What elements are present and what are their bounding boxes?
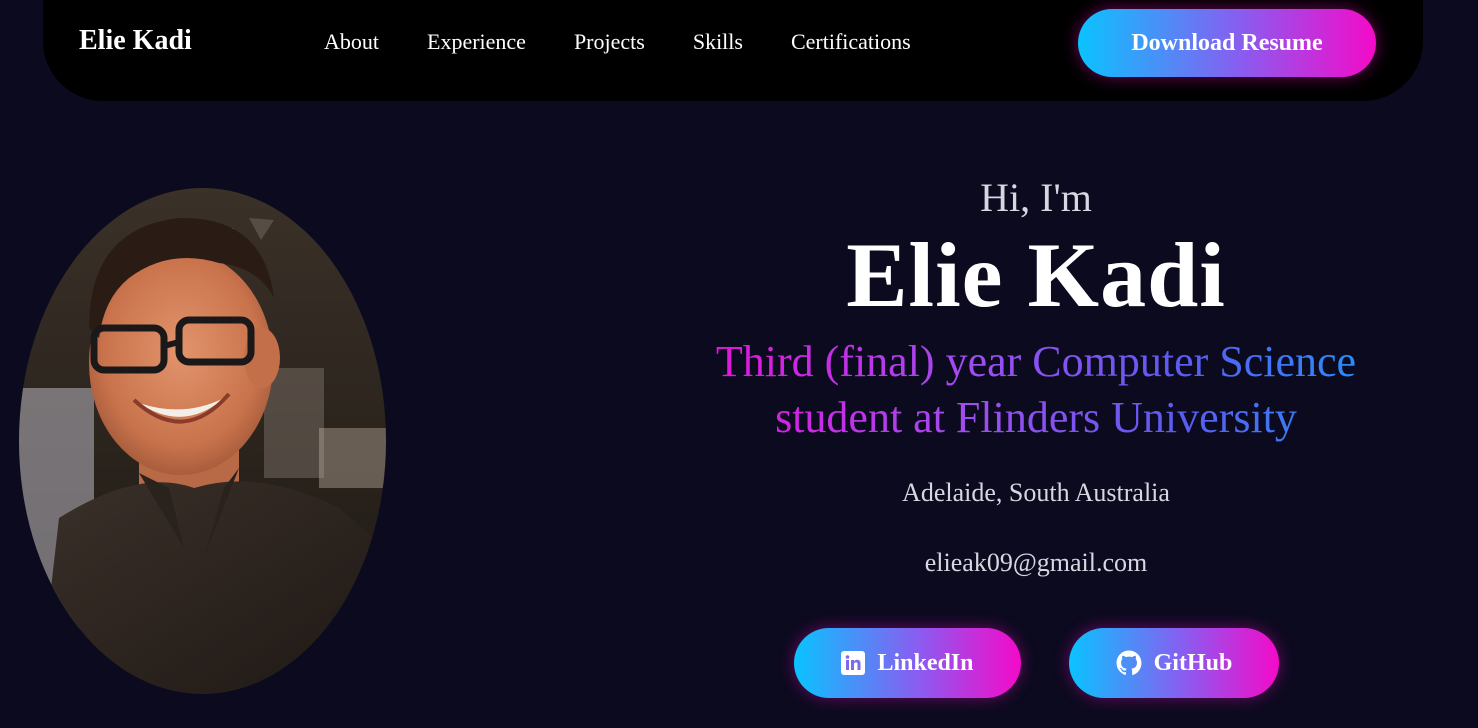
github-label: GitHub [1153,649,1233,676]
nav-link-experience[interactable]: Experience [427,29,526,55]
nav-link-projects[interactable]: Projects [574,29,645,55]
email-text[interactable]: elieak09@gmail.com [596,548,1476,578]
brand-logo[interactable]: Elie Kadi [79,25,192,57]
linkedin-button[interactable]: LinkedIn [794,628,1021,698]
greeting-text: Hi, I'm [980,175,1092,220]
nav-links: About Experience Projects Skills Certifi… [324,29,911,55]
github-button[interactable]: GitHub [1069,628,1279,698]
hero-name: Elie Kadi [846,224,1226,326]
nav-link-certifications[interactable]: Certifications [791,29,911,55]
linkedin-icon [841,651,866,675]
github-icon [1116,650,1142,676]
nav-link-skills[interactable]: Skills [693,29,743,55]
location-text: Adelaide, South Australia [902,478,1170,507]
nav-link-about[interactable]: About [324,29,379,55]
download-resume-button[interactable]: Download Resume [1078,9,1376,77]
profile-photo [19,188,386,694]
top-navbar: Elie Kadi About Experience Projects Skil… [43,0,1423,101]
linkedin-label: LinkedIn [877,649,974,676]
hero-tagline: Third (final) year Computer Science stud… [666,334,1406,446]
